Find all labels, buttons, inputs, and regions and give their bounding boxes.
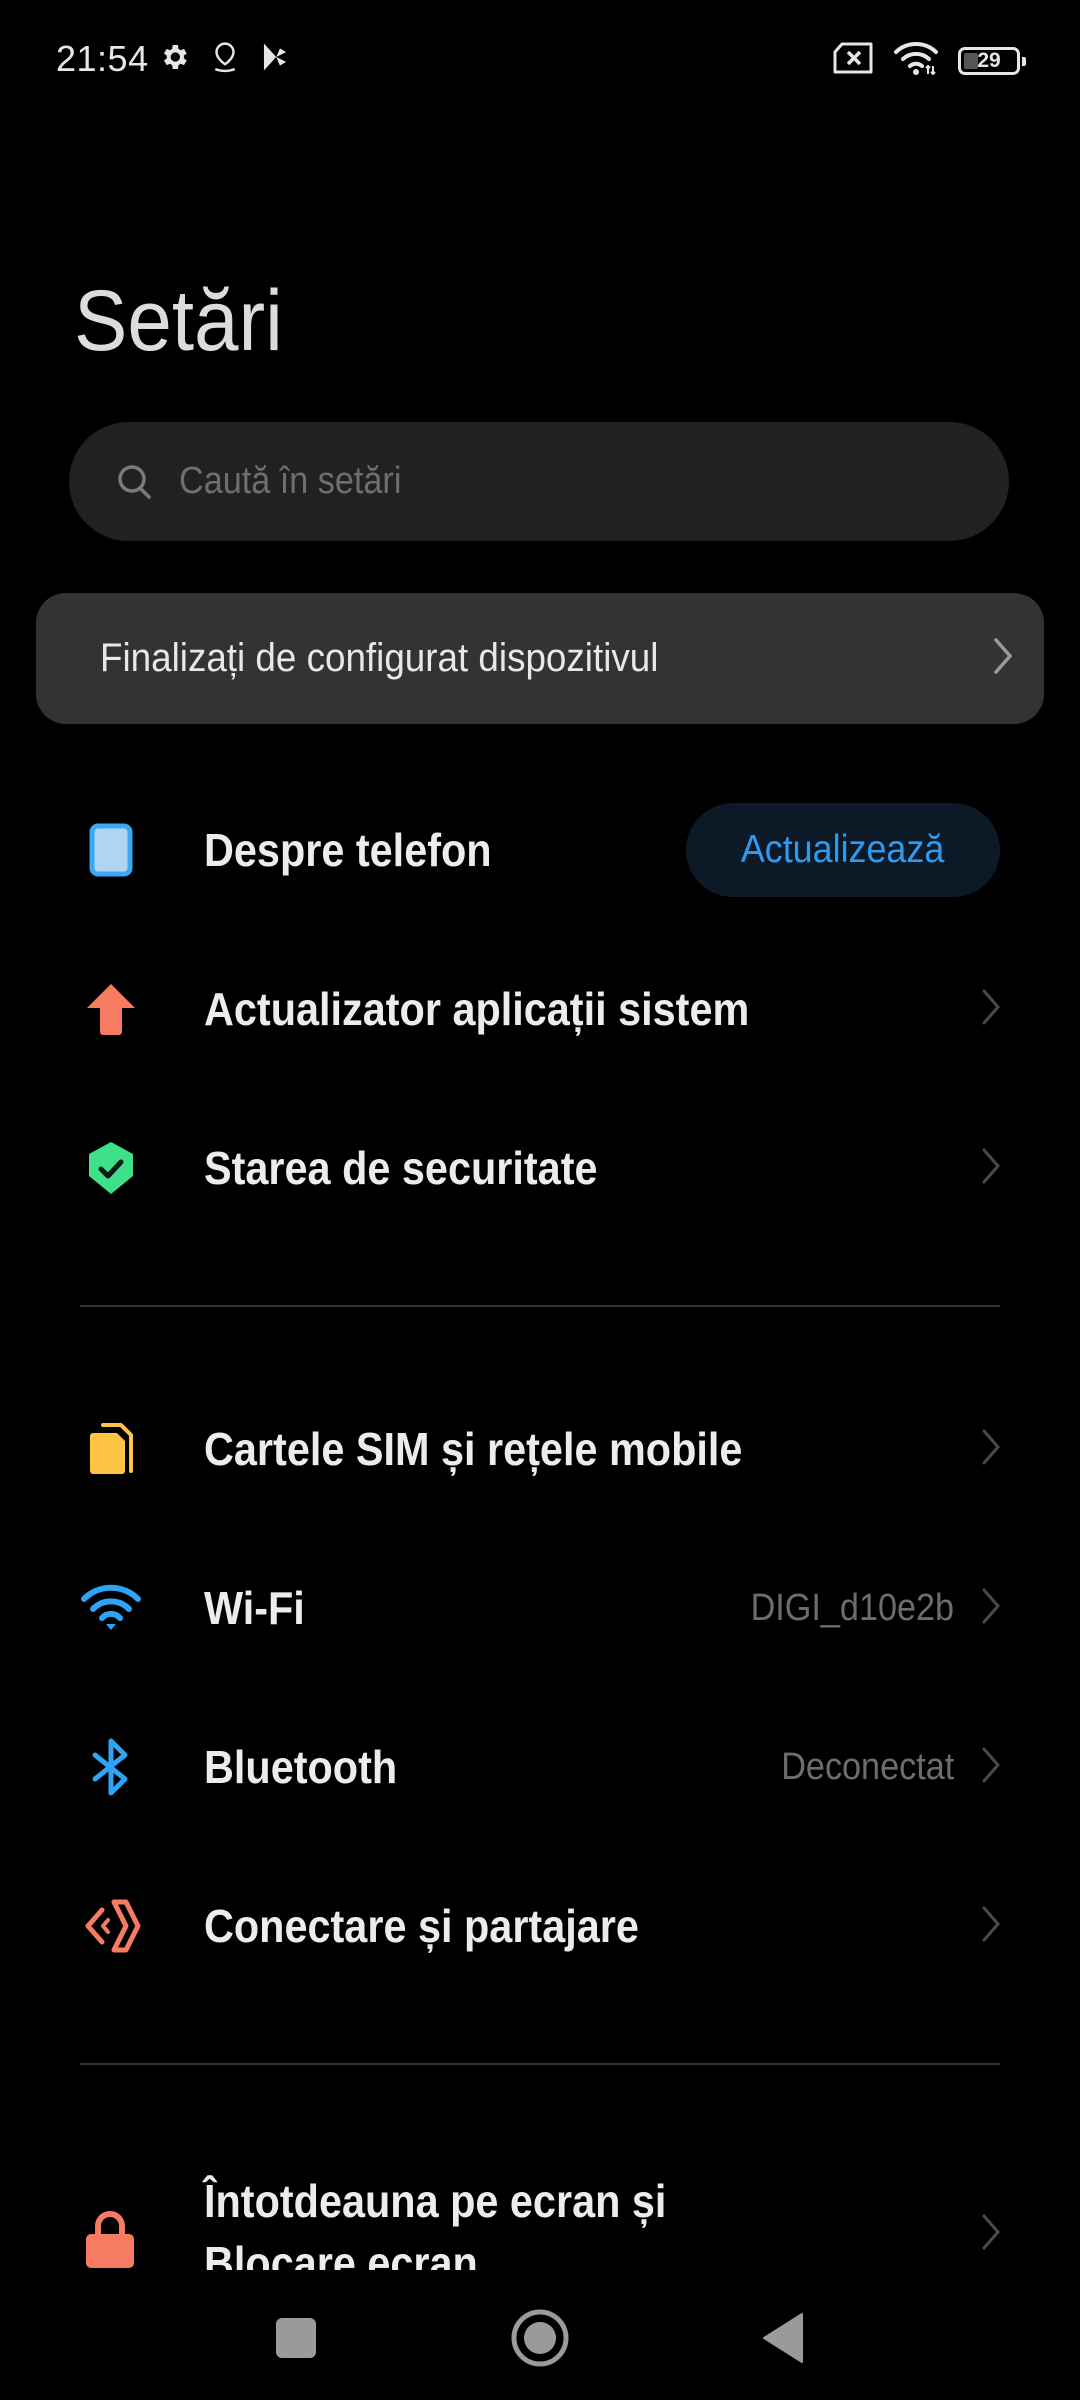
settings-item-security-status[interactable]: Starea de securitate (0, 1093, 1080, 1243)
wifi-icon (892, 40, 940, 81)
settings-gear-icon (158, 41, 190, 78)
page-title: Setări (74, 273, 283, 369)
finish-setup-card[interactable]: Finalizați de configurat dispozitivul (36, 593, 1044, 724)
settings-item-system-apps-updater[interactable]: Actualizator aplicații sistem (0, 934, 1080, 1084)
item-label: Starea de securitate (204, 1142, 598, 1194)
location-pin-icon (210, 40, 240, 79)
item-label: Wi-Fi (204, 1582, 305, 1634)
arrow-up-icon (78, 976, 144, 1042)
section-divider (80, 1305, 1000, 1307)
chevron-right-icon (980, 1904, 1002, 1949)
play-store-icon (260, 41, 290, 78)
battery-level: 29 (977, 48, 1001, 72)
chevron-right-icon (992, 636, 1014, 681)
search-input[interactable]: Caută în setări (69, 422, 1009, 541)
recents-button[interactable] (266, 2308, 326, 2368)
section-divider (80, 2063, 1000, 2065)
home-button[interactable] (510, 2308, 570, 2368)
item-label: Despre telefon (204, 824, 492, 876)
settings-item-connection-sharing[interactable]: Conectare și partajare (0, 1851, 1080, 2001)
bluetooth-status: Deconectat (780, 1745, 954, 1788)
settings-item-about-phone[interactable]: Despre telefon Actualizează (0, 775, 1080, 925)
item-label: Actualizator aplicații sistem (204, 983, 750, 1035)
update-button[interactable]: Actualizează (686, 803, 1000, 897)
sim-cards-icon (78, 1416, 144, 1482)
chevron-right-icon (980, 1745, 1002, 1790)
finish-setup-label: Finalizați de configurat dispozitivul (100, 636, 659, 680)
item-label: Bluetooth (204, 1741, 398, 1793)
update-button-label: Actualizează (741, 828, 945, 871)
settings-item-bluetooth[interactable]: Bluetooth Deconectat (0, 1692, 1080, 1842)
no-sim-icon (832, 41, 874, 80)
settings-item-always-on-lock-screen[interactable]: Întotdeauna pe ecran și Blocare ecran (0, 2170, 1080, 2270)
battery-indicator: 29 (958, 46, 1026, 75)
connection-share-icon (78, 1893, 144, 1959)
back-button[interactable] (754, 2308, 814, 2368)
settings-item-sim-mobile-networks[interactable]: Cartele SIM și rețele mobile (0, 1374, 1080, 1524)
settings-item-wifi[interactable]: Wi-Fi DIGI_d10e2b (0, 1533, 1080, 1683)
lock-icon (84, 2210, 136, 2270)
chevron-right-icon (980, 1586, 1002, 1631)
wifi-icon (78, 1575, 144, 1641)
wifi-network-name: DIGI_d10e2b (750, 1586, 954, 1629)
item-label: Conectare și partajare (204, 1900, 639, 1952)
shield-check-icon (78, 1135, 144, 1201)
status-bar: 21:54 29 (0, 0, 1080, 120)
bluetooth-icon (78, 1734, 144, 1800)
status-time: 21:54 (56, 38, 149, 79)
chevron-right-icon (980, 1146, 1002, 1191)
battery-fill (964, 52, 978, 69)
phone-icon (78, 817, 144, 883)
chevron-right-icon (980, 2212, 1002, 2257)
chevron-right-icon (980, 987, 1002, 1032)
item-label: Cartele SIM și rețele mobile (204, 1423, 743, 1475)
search-icon (113, 460, 157, 504)
item-label: Întotdeauna pe ecran și Blocare ecran (204, 2175, 667, 2270)
search-placeholder: Caută în setări (179, 460, 402, 502)
chevron-right-icon (980, 1427, 1002, 1472)
navigation-bar (0, 2268, 1080, 2400)
